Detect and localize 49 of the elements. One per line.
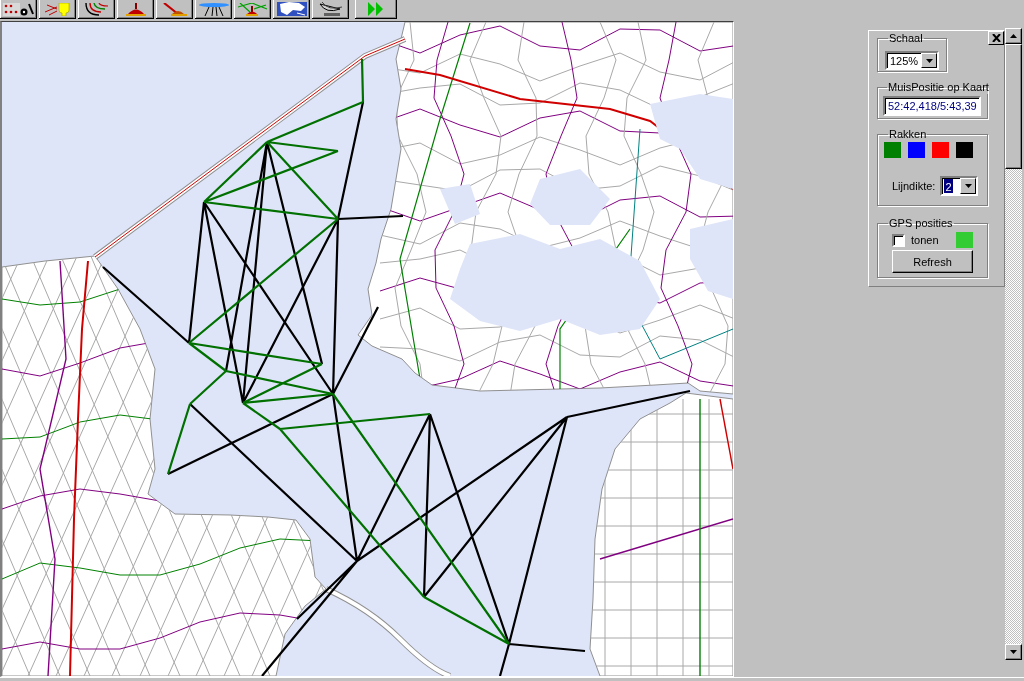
color-swatch[interactable] xyxy=(932,142,949,158)
fast-forward-icon xyxy=(368,2,384,16)
toolbar-button[interactable] xyxy=(355,0,397,19)
curves-icon xyxy=(84,3,109,16)
toolbar-button[interactable] xyxy=(273,0,310,19)
dot-grid-icon xyxy=(3,3,34,16)
caret-icon xyxy=(925,58,933,63)
color-swatch[interactable] xyxy=(956,142,973,158)
toolbar-button[interactable] xyxy=(312,0,349,19)
toolbar-button[interactable] xyxy=(0,0,37,19)
scale-label: Schaal xyxy=(888,32,924,45)
gps-label: GPS posities xyxy=(888,217,954,230)
refresh-button[interactable]: Refresh xyxy=(892,250,973,273)
buoy-icon xyxy=(125,3,146,16)
lightbulb-icon xyxy=(44,3,71,16)
scrollbar-thumb[interactable] xyxy=(1005,44,1022,169)
color-swatch[interactable] xyxy=(884,142,901,158)
pole-icon xyxy=(162,3,187,16)
line-width-dropdown[interactable]: 2 xyxy=(940,176,979,196)
show-label: tonen xyxy=(911,234,939,246)
caret-icon xyxy=(964,184,972,188)
toolbar-button[interactable] xyxy=(117,0,154,19)
toolbar-button[interactable] xyxy=(156,0,193,19)
legs-label: Rakken xyxy=(888,128,928,141)
gps-color-swatch[interactable] xyxy=(956,232,973,248)
dropdown-button[interactable] xyxy=(921,53,937,68)
map-icon xyxy=(276,2,307,16)
scroll-up-button[interactable] xyxy=(1005,28,1022,44)
close-icon xyxy=(991,34,1001,42)
toolbar-button[interactable] xyxy=(78,0,115,19)
scale-dropdown[interactable]: 125% xyxy=(885,51,939,70)
lamp-beam-icon xyxy=(198,3,229,16)
dropdown-button[interactable] xyxy=(960,178,977,194)
map-drawing[interactable] xyxy=(0,21,734,677)
mouse-position-label: MuisPositie op Kaart xyxy=(887,81,990,94)
show-checkbox[interactable] xyxy=(892,233,905,247)
line-width-label: Lijndikte: xyxy=(892,180,936,192)
color-swatch[interactable] xyxy=(908,142,925,158)
close-button[interactable] xyxy=(988,31,1004,45)
toolbar-button[interactable] xyxy=(234,0,271,19)
scrollbar-track[interactable] xyxy=(1005,28,1022,660)
up-arrow-icon xyxy=(1010,34,1017,38)
toolbar-button[interactable] xyxy=(39,0,76,19)
down-arrow-icon xyxy=(1010,650,1017,654)
route-lines-icon xyxy=(237,3,268,16)
satellite-dish-icon xyxy=(317,2,344,16)
position-field: 52:42,418/5:43,39 xyxy=(883,96,981,116)
toolbar-button[interactable] xyxy=(195,0,232,19)
scroll-down-button[interactable] xyxy=(1005,644,1022,660)
